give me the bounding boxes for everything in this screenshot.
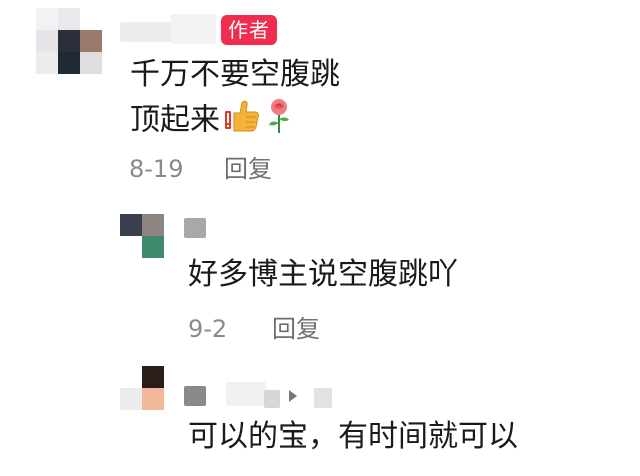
username-obscured	[226, 382, 266, 406]
comment-date: 8-19	[129, 155, 184, 183]
reply-button[interactable]: 回复	[272, 314, 320, 344]
comment-text: 千万不要空腹跳	[130, 57, 340, 92]
username-obscured	[184, 218, 206, 238]
arrow-icon	[288, 388, 298, 407]
reply-button[interactable]: 回复	[224, 154, 272, 184]
reply-text: 可以的宝，有时间就可以	[188, 419, 518, 454]
thumbs-up-icon	[224, 99, 260, 143]
username-obscured	[120, 22, 174, 42]
username-obscured	[314, 388, 332, 408]
comment-text-line2: 顶起来	[130, 98, 294, 144]
avatar[interactable]	[120, 366, 164, 410]
author-badge: 作者	[221, 15, 277, 45]
avatar[interactable]	[36, 8, 102, 74]
username-obscured	[264, 390, 280, 408]
rose-icon	[264, 98, 294, 144]
reply-date: 9-2	[188, 315, 228, 343]
username-obscured	[184, 386, 206, 406]
reply-text: 好多博主说空腹跳吖	[188, 257, 458, 292]
username-obscured	[170, 14, 216, 44]
comment-text: 顶起来	[130, 102, 220, 138]
avatar[interactable]	[120, 214, 164, 258]
